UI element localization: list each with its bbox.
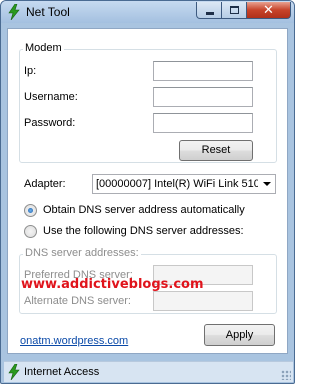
minimize-icon (206, 12, 214, 15)
maximize-button[interactable] (222, 2, 247, 19)
ip-label: Ip: (24, 65, 37, 77)
dns-manual-label[interactable]: Use the following DNS server addresses: (43, 225, 244, 237)
status-text: Internet Access (24, 366, 100, 378)
chevron-down-icon[interactable] (258, 175, 275, 193)
window-title: Net Tool (26, 5, 70, 19)
adapter-label: Adapter: (24, 178, 66, 190)
apply-button[interactable]: Apply (204, 324, 275, 346)
reset-button[interactable]: Reset (179, 140, 253, 161)
username-field[interactable] (153, 87, 253, 107)
adapter-selected-value: [00000007] Intel(R) WiFi Link 5100 (96, 178, 262, 190)
lightning-bolt-icon (8, 364, 20, 380)
password-field[interactable] (153, 113, 253, 133)
close-icon: ✕ (263, 2, 274, 17)
alternate-dns-label: Alternate DNS server: (24, 295, 131, 307)
resize-grip-icon[interactable] (281, 370, 291, 380)
modem-group-label: Modem (23, 42, 64, 54)
dns-manual-radio[interactable] (24, 225, 37, 238)
password-label: Password: (24, 117, 76, 129)
status-bar: Internet Access (4, 361, 293, 382)
title-bar[interactable]: Net Tool ✕ (1, 1, 294, 23)
dns-servers-group-label: DNS server addresses: (23, 247, 141, 259)
website-link[interactable]: onatm.wordpress.com (20, 335, 128, 347)
watermark-text: www.addictiveblogs.com (21, 277, 204, 292)
main-panel: Modem Ip: Username: Password: Reset Adap… (7, 28, 288, 354)
maximize-icon (230, 6, 239, 14)
close-button[interactable]: ✕ (247, 2, 291, 19)
adapter-dropdown[interactable]: [00000007] Intel(R) WiFi Link 5100 (92, 174, 276, 194)
ip-field[interactable] (153, 61, 253, 81)
minimize-button[interactable] (196, 2, 222, 19)
alternate-dns-field[interactable] (153, 291, 253, 311)
app-window: Net Tool ✕ Modem Ip: Username: Password:… (0, 0, 295, 384)
lightning-bolt-icon (8, 4, 20, 20)
dns-auto-radio[interactable] (24, 204, 37, 217)
dns-auto-label[interactable]: Obtain DNS server address automatically (43, 204, 245, 216)
username-label: Username: (24, 91, 78, 103)
